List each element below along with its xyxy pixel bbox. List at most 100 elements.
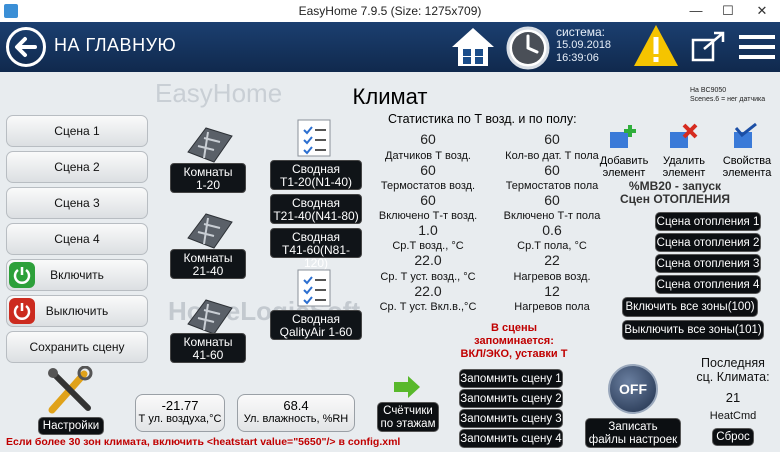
summary-qualityair-button[interactable]: Сводная QalityAir 1-60 [270, 310, 362, 340]
checklist-icon[interactable] [296, 268, 336, 308]
remember-note-line1: В сцены [490, 322, 538, 334]
tools-icon[interactable] [44, 365, 96, 414]
save-scene-button[interactable]: Сохранить сцену [6, 331, 148, 363]
heating-header: %МВ20 - запуск Сцен ОТОПЛЕНИЯ [620, 180, 730, 206]
stat-label: Нагревов возд. [513, 271, 591, 283]
settings-button[interactable]: Настройки [38, 417, 104, 435]
scene-1-button[interactable]: Сцена 1 [6, 115, 148, 147]
off-button[interactable]: OFF [608, 364, 658, 414]
outdoor-temperature-value: -21.77 [161, 398, 199, 413]
stat-label: Ср.Т возд., °С [392, 240, 464, 252]
minimize-button[interactable]: — [680, 0, 712, 22]
stat-label: Ср.Т пола, °С [517, 240, 587, 252]
stat-value: 60 [544, 131, 560, 147]
remember-scene-1-button[interactable]: Запомнить сцену 1 [459, 369, 563, 388]
scene-3-button[interactable]: Сцена 3 [6, 187, 148, 219]
stat-value: 60 [544, 192, 560, 208]
floor-counters-line2: по этажам [380, 418, 436, 430]
controller-note-line1: На BC9050 [690, 87, 727, 94]
stat-label: Включено Т-т возд. [378, 210, 478, 222]
window-title-bar: EasyHome 7.9.5 (Size: 1275x709) — ☐ ✕ [0, 0, 780, 23]
scene-4-button[interactable]: Сцена 4 [6, 223, 148, 255]
stat-label: Нагревов пола [514, 301, 590, 313]
warning-icon[interactable] [632, 23, 680, 69]
summary-t41-60-line2: Т41-60(N81-120) [281, 243, 351, 270]
write-settings-line2: файлы настроек [588, 434, 678, 446]
stat-label: Ср. Т уст. Вкл.в.,°С [379, 301, 477, 313]
last-climate-scene: Последняя сц. Климата: [688, 356, 778, 384]
enable-all-zones-button[interactable]: Включить все зоны(100) [622, 297, 758, 317]
write-settings-button[interactable]: Записать файлы настроек [585, 418, 681, 448]
stat-value: 60 [420, 162, 436, 178]
remember-note: В сцены запоминается: ВКЛ/ЭКО, уставки Т [452, 322, 576, 361]
stat-label: Датчиков Т возд. [385, 150, 471, 162]
floor-counters-button[interactable]: Счётчики по этажам [377, 402, 439, 432]
outdoor-humidity-label: Ул. влажность, %RH [243, 413, 349, 425]
outdoor-humidity-value: 68.4 [283, 398, 309, 413]
summary-t1-20-line2: Т1-20(N1-40) [279, 175, 353, 189]
stat-value: 1.0 [418, 222, 438, 238]
floorplan-icon[interactable] [186, 208, 234, 250]
outdoor-temperature-panel: -21.77 Т ул. воздуха,°С [135, 394, 225, 432]
turn-off-button[interactable]: Выключить [6, 295, 148, 327]
window-title: EasyHome 7.9.5 (Size: 1275x709) [298, 4, 482, 18]
turn-on-button[interactable]: Включить [6, 259, 148, 291]
heating-scene-2-button[interactable]: Сцена отопления 2 [655, 233, 761, 252]
home-link[interactable]: НА ГЛАВНУЮ [54, 35, 176, 56]
remember-scene-4-button[interactable]: Запомнить сцену 4 [459, 429, 563, 448]
add-element-label[interactable]: Добавить элемент [596, 155, 652, 179]
checklist-icon[interactable] [296, 118, 336, 158]
rooms-1-20-button[interactable]: Комнаты 1-20 [170, 163, 246, 193]
clock-icon [505, 25, 551, 71]
outdoor-humidity-panel: 68.4 Ул. влажность, %RH [237, 394, 355, 432]
summary-t1-20-button[interactable]: Сводная Т1-20(N1-40) [270, 160, 362, 190]
stat-label: Термостатов пола [505, 180, 599, 192]
summary-qualityair-line2: QalityAir 1-60 [279, 325, 353, 339]
system-time: 16:39:06 [556, 52, 599, 64]
page-title: Климат [352, 84, 428, 109]
remove-element-label[interactable]: Удалить элемент [656, 155, 712, 179]
remember-note-line2: запоминается: [474, 335, 554, 347]
last-climate-value: 21 [725, 390, 741, 405]
floorplan-icon[interactable] [186, 122, 234, 164]
reset-button[interactable]: Сброс [712, 428, 754, 446]
system-date: 15.09.2018 [556, 39, 612, 51]
back-arrow-icon[interactable] [6, 27, 46, 67]
rooms-21-40-button[interactable]: Комнаты 21-40 [170, 249, 246, 279]
rooms-41-60-button[interactable]: Комнаты 41-60 [170, 333, 246, 363]
stat-value: 22 [544, 252, 560, 268]
menu-icon[interactable] [738, 32, 776, 62]
remember-scene-3-button[interactable]: Запомнить сцену 3 [459, 409, 563, 428]
outdoor-temperature-label: Т ул. воздуха,°С [138, 413, 222, 425]
add-element-icon[interactable] [608, 122, 638, 152]
heating-scene-3-button[interactable]: Сцена отопления 3 [655, 254, 761, 273]
rooms-1-20-line2: 1-20 [195, 178, 221, 192]
turn-off-label: Выключить [45, 304, 109, 318]
expand-window-icon[interactable] [690, 30, 728, 64]
stat-value: 0.6 [542, 222, 562, 238]
house-icon[interactable] [448, 25, 498, 69]
heating-scene-1-button[interactable]: Сцена отопления 1 [655, 212, 761, 231]
arrow-right-icon[interactable] [392, 374, 422, 400]
stat-value: 22.0 [414, 283, 442, 299]
close-button[interactable]: ✕ [746, 0, 778, 22]
remove-element-icon[interactable] [668, 122, 698, 152]
system-datetime: система: 15.09.2018 16:39:06 [556, 26, 611, 65]
stat-value: 60 [420, 192, 436, 208]
floorplan-icon[interactable] [186, 294, 234, 336]
config-warning: Если более 30 зон климата, включить <hea… [6, 436, 401, 448]
element-properties-icon[interactable] [730, 122, 760, 152]
disable-all-zones-button[interactable]: Выключить все зоны(101) [622, 320, 764, 340]
power-on-icon [9, 262, 35, 288]
remember-note-line3: ВКЛ/ЭКО, уставки Т [460, 348, 568, 360]
element-properties-label[interactable]: Свойства элемента [718, 155, 776, 179]
summary-t41-60-button[interactable]: Сводная Т41-60(N81-120) [270, 228, 362, 270]
heating-scene-4-button[interactable]: Сцена отопления 4 [655, 275, 761, 294]
maximize-button[interactable]: ☐ [712, 0, 744, 22]
remember-scene-2-button[interactable]: Запомнить сцену 2 [459, 389, 563, 408]
summary-t21-40-button[interactable]: Сводная Т21-40(N41-80) [270, 194, 362, 224]
controller-note-line2: Scenes.6 = нег датчика [690, 96, 766, 103]
scene-2-button[interactable]: Сцена 2 [6, 151, 148, 183]
stats-title: Статистика по Т возд. и по полу: [388, 112, 577, 126]
stat-value: 60 [544, 162, 560, 178]
